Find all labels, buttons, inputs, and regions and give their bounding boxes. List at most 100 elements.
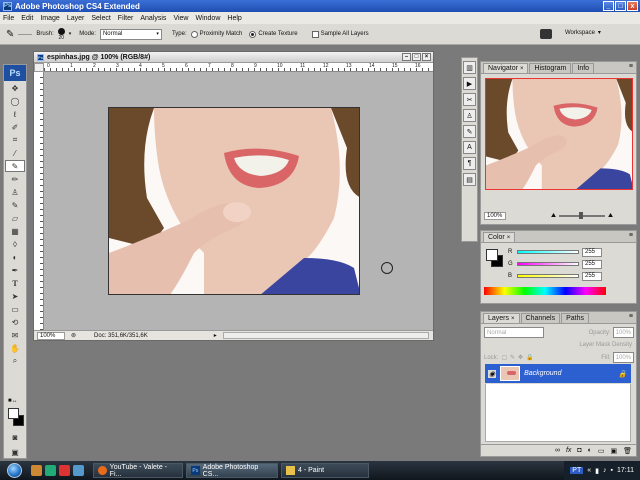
menu-image[interactable]: Image [40,15,59,22]
layer-row-background[interactable]: ◉ Background 🔒 [485,364,631,383]
crop-tool-icon[interactable]: ⌗ [5,134,25,146]
blur-tool-icon[interactable]: ◊ [5,238,25,250]
status-menu-arrow-icon[interactable]: ▸ [214,332,217,339]
tab-paths[interactable]: Paths [561,313,590,323]
taskbar-item-photoshop[interactable]: Ps Adobe Photoshop CS... [186,463,278,478]
sample-all-layers-option[interactable]: Sample All Layers [311,30,369,38]
panel-menu-icon[interactable]: ≡ [629,63,633,70]
type-tool-icon[interactable]: T [5,277,25,289]
volume-icon[interactable]: ♪ [603,467,607,474]
brush-preset-picker[interactable]: 20 [57,27,65,41]
opacity-field[interactable]: 100% [612,327,634,338]
menu-select[interactable]: Select [91,15,110,22]
fill-field[interactable]: 100% [612,352,634,363]
menu-layer[interactable]: Layer [67,15,85,22]
tray-app-icon[interactable]: ▪ [611,467,613,474]
canvas-image[interactable] [108,107,360,295]
history-panel-icon[interactable]: ▥ [463,61,476,74]
navigator-thumbnail[interactable] [485,78,633,190]
tablet-pressure-icon[interactable] [540,29,552,39]
zoom-in-icon[interactable]: ⛰ [608,213,613,220]
panel-menu-icon[interactable]: ≡ [629,232,633,239]
green-value-field[interactable]: 255 [582,259,602,269]
new-group-icon[interactable]: ▭ [598,447,605,455]
dodge-tool-icon[interactable]: ◐ [5,251,25,263]
pen-tool-icon[interactable]: ✒ [5,264,25,276]
color-spectrum-ramp[interactable] [484,287,606,295]
create-texture-radio[interactable] [249,30,257,38]
slider-thumb[interactable] [579,212,584,219]
maximize-button[interactable]: □ [615,1,626,11]
red-value-field[interactable]: 255 [582,247,602,257]
close-button[interactable]: × [422,53,431,61]
healing-brush-tool-icon[interactable]: ✎ [6,29,14,40]
minimize-button[interactable]: – [402,53,411,61]
minimize-button[interactable]: _ [603,1,614,11]
blue-slider[interactable] [517,274,579,278]
notes-tool-icon[interactable]: ✉ [5,329,25,341]
default-colors-icon[interactable]: ■↔ [8,398,18,404]
opacity-control[interactable]: Opacity: 100% [589,327,634,338]
hand-tool-icon[interactable]: ✋ [5,342,25,354]
3d-rotate-tool-icon[interactable]: ⟲ [5,316,25,328]
blue-value-field[interactable]: 255 [582,271,602,281]
lock-all-icon[interactable]: 🔒 [526,354,533,361]
add-mask-icon[interactable]: ◘ [577,447,581,454]
tray-chevron-icon[interactable]: « [587,467,591,474]
eye-icon[interactable]: ◉ [488,369,497,378]
menu-filter[interactable]: Filter [118,15,134,22]
healing-brush-tool-icon[interactable]: ✎ [5,160,25,172]
close-icon[interactable]: × [520,66,524,72]
quick-mask-icon[interactable]: ◙ [5,431,25,443]
horizontal-scrollbar[interactable] [222,332,429,339]
status-options-icon[interactable]: ⊚ [71,332,76,339]
brush-tool-icon[interactable]: ✏ [5,173,25,185]
taskbar-item-paint[interactable]: 4 - Paint [281,463,369,478]
language-indicator[interactable]: PT [570,467,584,474]
tab-info[interactable]: Info [572,63,595,73]
gradient-tool-icon[interactable]: ▦ [5,225,25,237]
foreground-color-swatch[interactable] [8,408,19,419]
zoom-tool-icon[interactable]: ⌕ [5,355,25,367]
type-option-texture[interactable]: Create Texture [249,30,298,38]
panel-menu-icon[interactable]: ≡ [629,313,633,320]
proximity-match-radio[interactable] [190,30,198,38]
close-icon[interactable]: × [511,316,515,322]
path-selection-tool-icon[interactable]: ➤ [5,290,25,302]
layer-style-icon[interactable]: fx [566,447,571,454]
quick-launch-app-icon[interactable] [31,465,42,476]
screen-mode-icon[interactable]: ▣ [5,446,25,458]
ruler-origin[interactable] [34,63,44,72]
eraser-tool-icon[interactable]: ▱ [5,212,25,224]
green-slider[interactable] [517,262,579,266]
vertical-ruler[interactable] [34,72,44,330]
navigator-zoom-value[interactable]: 100% [484,212,506,220]
close-button[interactable]: x [627,1,638,11]
tab-histogram[interactable]: Histogram [529,63,572,73]
lock-pixels-icon[interactable]: ✎ [510,354,515,361]
clone-source-icon[interactable]: ♙ [463,109,476,122]
network-icon[interactable]: ▮ [595,467,599,475]
menu-file[interactable]: File [3,15,14,22]
tool-presets-icon[interactable]: ✂ [463,93,476,106]
menu-help[interactable]: Help [227,15,241,22]
start-button[interactable] [0,461,28,480]
move-tool-icon[interactable]: ✥ [5,82,25,94]
quick-launch-app2-icon[interactable] [73,465,84,476]
lasso-tool-icon[interactable]: ℓ [5,108,25,120]
paragraph-panel-icon[interactable]: ¶ [463,157,476,170]
marquee-tool-icon[interactable]: ◯ [5,95,25,107]
fill-control[interactable]: Fill: 100% [601,352,634,363]
taskbar-item-youtube[interactable]: YouTube - Valete - Fi... [93,463,183,478]
color-fg-swatch[interactable] [486,249,498,261]
link-layers-icon[interactable]: ∞ [555,447,560,454]
sample-all-layers-checkbox[interactable] [311,30,319,38]
chevron-down-icon[interactable]: ▾ [69,31,72,37]
tab-color[interactable]: Color × [483,232,516,242]
menu-edit[interactable]: Edit [21,15,33,22]
quick-selection-tool-icon[interactable]: ✐ [5,121,25,133]
new-layer-icon[interactable]: ▣ [610,447,617,455]
menu-window[interactable]: Window [195,15,220,22]
workspace-button[interactable]: Workspace ▾ [565,29,601,37]
layer-name[interactable]: Background [524,370,561,377]
